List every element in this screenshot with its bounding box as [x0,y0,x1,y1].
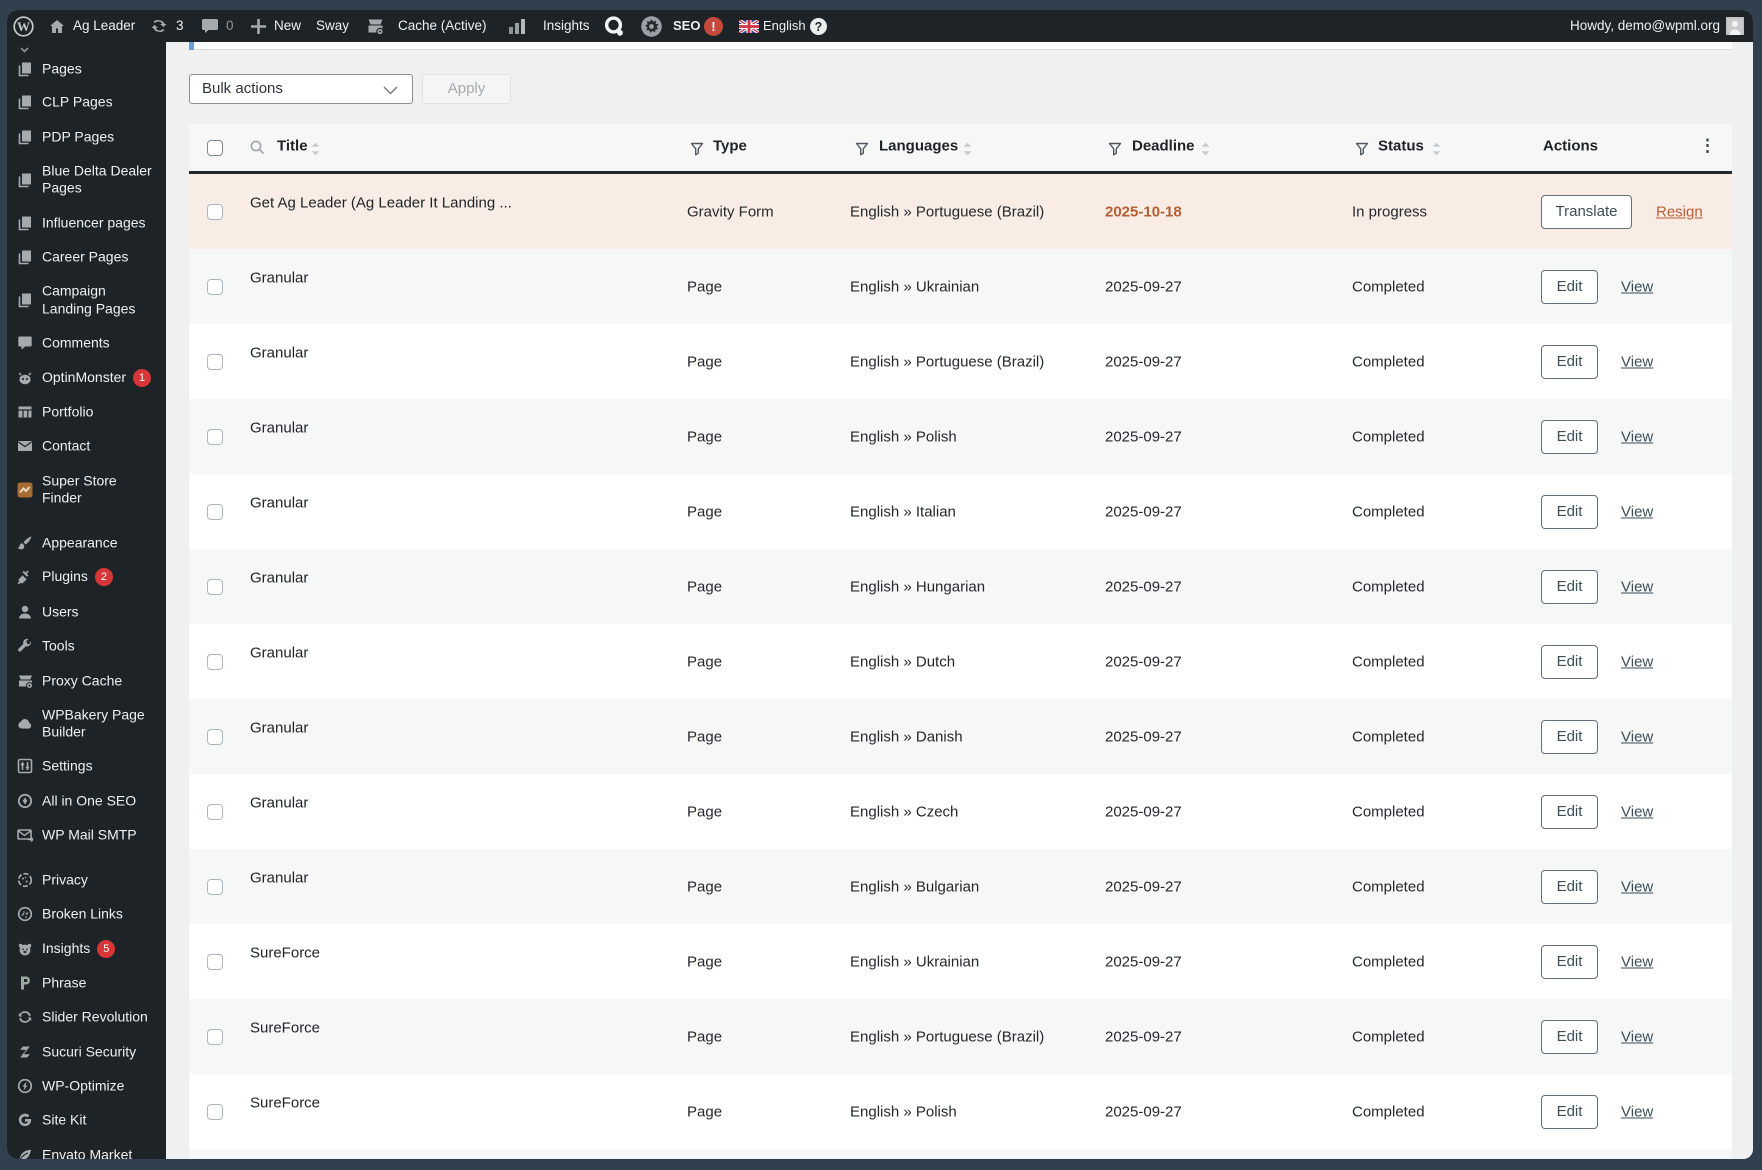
svg-text:!: ! [711,20,715,34]
svg-text:?: ? [815,20,823,34]
svg-text:W: W [17,19,30,34]
